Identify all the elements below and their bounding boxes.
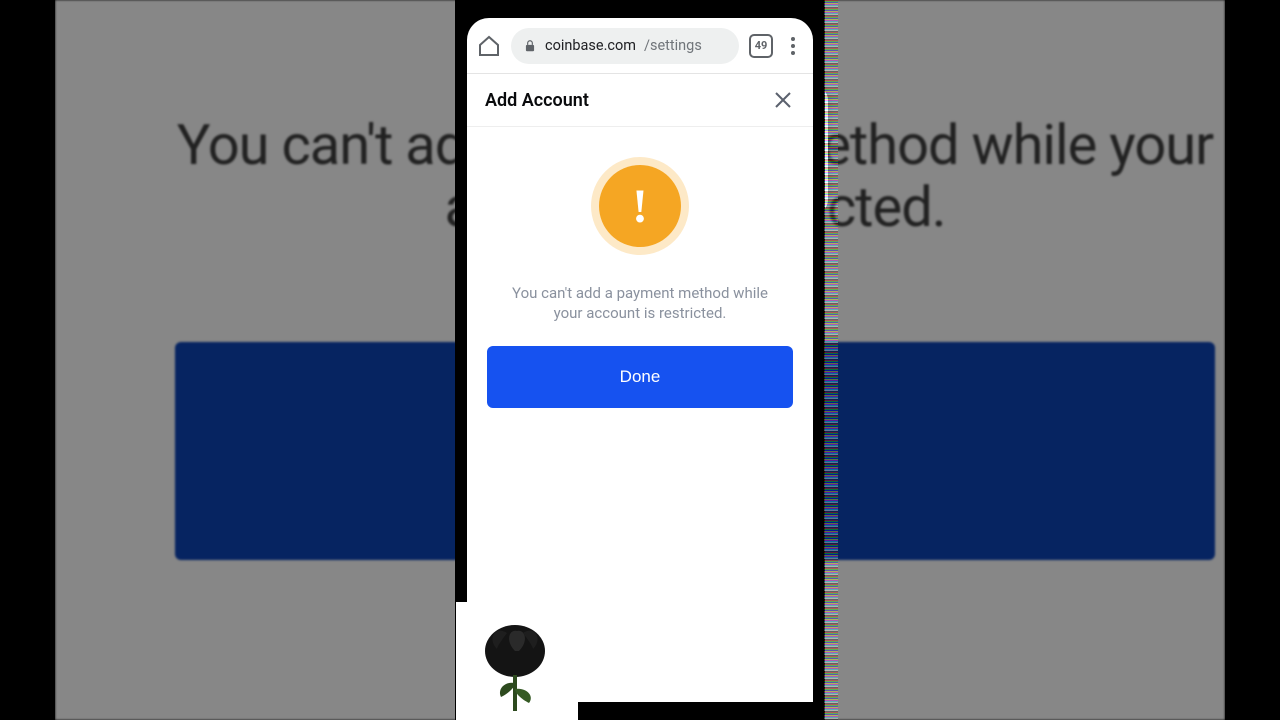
modal-header: Add Account bbox=[467, 74, 813, 127]
tab-count-button[interactable]: 49 bbox=[749, 34, 773, 58]
url-path: /settings bbox=[644, 37, 702, 54]
browser-toolbar: coinbase.com/settings 49 bbox=[467, 18, 813, 74]
url-domain: coinbase.com bbox=[545, 37, 636, 54]
warning-glyph: ! bbox=[632, 179, 648, 234]
video-noise-strip bbox=[824, 0, 838, 720]
modal-body: ! You can't add a payment method while y… bbox=[467, 127, 813, 408]
warning-icon-ring: ! bbox=[591, 157, 689, 255]
pillarbox-right bbox=[1225, 0, 1280, 720]
url-bar[interactable]: coinbase.com/settings bbox=[511, 28, 739, 64]
done-button[interactable]: Done bbox=[487, 346, 793, 408]
modal-message: You can't add a payment method while you… bbox=[487, 283, 793, 346]
close-icon[interactable] bbox=[771, 88, 795, 112]
lock-icon bbox=[523, 39, 537, 53]
home-icon[interactable] bbox=[477, 34, 501, 58]
menu-icon[interactable] bbox=[783, 37, 803, 55]
phone-screen: coinbase.com/settings 49 Add Account ! Y… bbox=[467, 18, 813, 702]
avatar-thumbnail bbox=[456, 602, 578, 720]
modal-title: Add Account bbox=[485, 90, 589, 111]
rose-icon bbox=[467, 611, 567, 711]
pillarbox-left bbox=[0, 0, 55, 720]
warning-icon: ! bbox=[599, 165, 681, 247]
tab-count-value: 49 bbox=[755, 39, 768, 52]
